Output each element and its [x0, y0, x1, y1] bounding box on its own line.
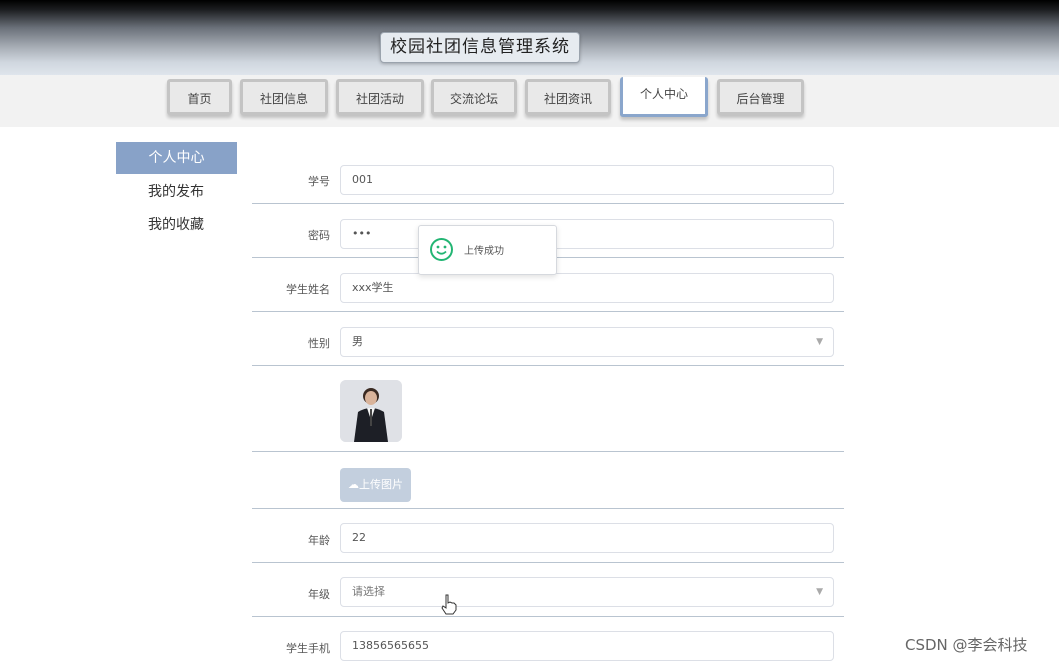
form-row-photo [252, 366, 844, 452]
student-name-label: 学生姓名 [286, 283, 330, 296]
student-id-input[interactable]: 001 [340, 165, 834, 195]
hand-cursor-icon [441, 594, 457, 615]
grade-select[interactable]: 请选择 ▼ [340, 577, 834, 607]
form-row-phone: 学生手机 13856565655 [252, 624, 844, 664]
avatar-photo [340, 380, 402, 442]
person-photo-icon [340, 380, 402, 442]
phone-input[interactable]: 13856565655 [340, 631, 834, 661]
student-id-label: 学号 [308, 175, 330, 188]
sidebar-item-personal-center[interactable]: 个人中心 [116, 142, 237, 174]
success-toast: 上传成功 [418, 225, 557, 275]
gender-value: 男 [352, 335, 363, 348]
nav-item-club-activities[interactable]: 社团活动 [336, 79, 424, 115]
gender-label: 性别 [308, 337, 330, 350]
main-nav: 首页 社团信息 社团活动 交流论坛 社团资讯 个人中心 后台管理 [0, 75, 1059, 127]
header-bar: 校园社团信息管理系统 [0, 0, 1059, 75]
nav-item-forum[interactable]: 交流论坛 [431, 79, 517, 115]
cloud-upload-icon: ☁ [348, 478, 359, 491]
phone-label: 学生手机 [286, 642, 330, 655]
form-row-upload: ☁上传图片 [252, 452, 844, 509]
smile-icon [430, 238, 453, 261]
watermark: CSDN @李会科技 [905, 636, 1028, 654]
nav-item-personal-center[interactable]: 个人中心 [620, 77, 708, 117]
page-title: 校园社团信息管理系统 [380, 32, 580, 63]
nav-item-club-news[interactable]: 社团资讯 [525, 79, 611, 115]
chevron-down-icon: ▼ [816, 337, 823, 347]
age-label: 年龄 [308, 534, 330, 547]
sidebar-item-my-posts[interactable]: 我的发布 [116, 176, 237, 208]
password-label: 密码 [308, 229, 330, 242]
chevron-down-icon: ▼ [816, 587, 823, 597]
password-input[interactable]: ••• [340, 219, 834, 249]
toast-message: 上传成功 [464, 246, 504, 257]
upload-button-label: 上传图片 [359, 478, 403, 491]
student-name-input[interactable]: xxx学生 [340, 273, 834, 303]
grade-label: 年级 [308, 588, 330, 601]
form-row-gender: 性别 男 ▼ [252, 319, 844, 366]
nav-item-home[interactable]: 首页 [167, 79, 232, 115]
grade-value: 请选择 [352, 585, 385, 598]
gender-select[interactable]: 男 ▼ [340, 327, 834, 357]
nav-item-admin[interactable]: 后台管理 [717, 79, 804, 115]
sidebar-item-my-favorites[interactable]: 我的收藏 [116, 209, 237, 241]
form-row-grade: 年级 请选择 ▼ [252, 570, 844, 617]
nav-item-club-info[interactable]: 社团信息 [240, 79, 328, 115]
upload-image-button[interactable]: ☁上传图片 [340, 468, 411, 502]
form-row-age: 年龄 22 [252, 516, 844, 563]
form-row-student-id: 学号 001 [252, 157, 844, 204]
age-input[interactable]: 22 [340, 523, 834, 553]
